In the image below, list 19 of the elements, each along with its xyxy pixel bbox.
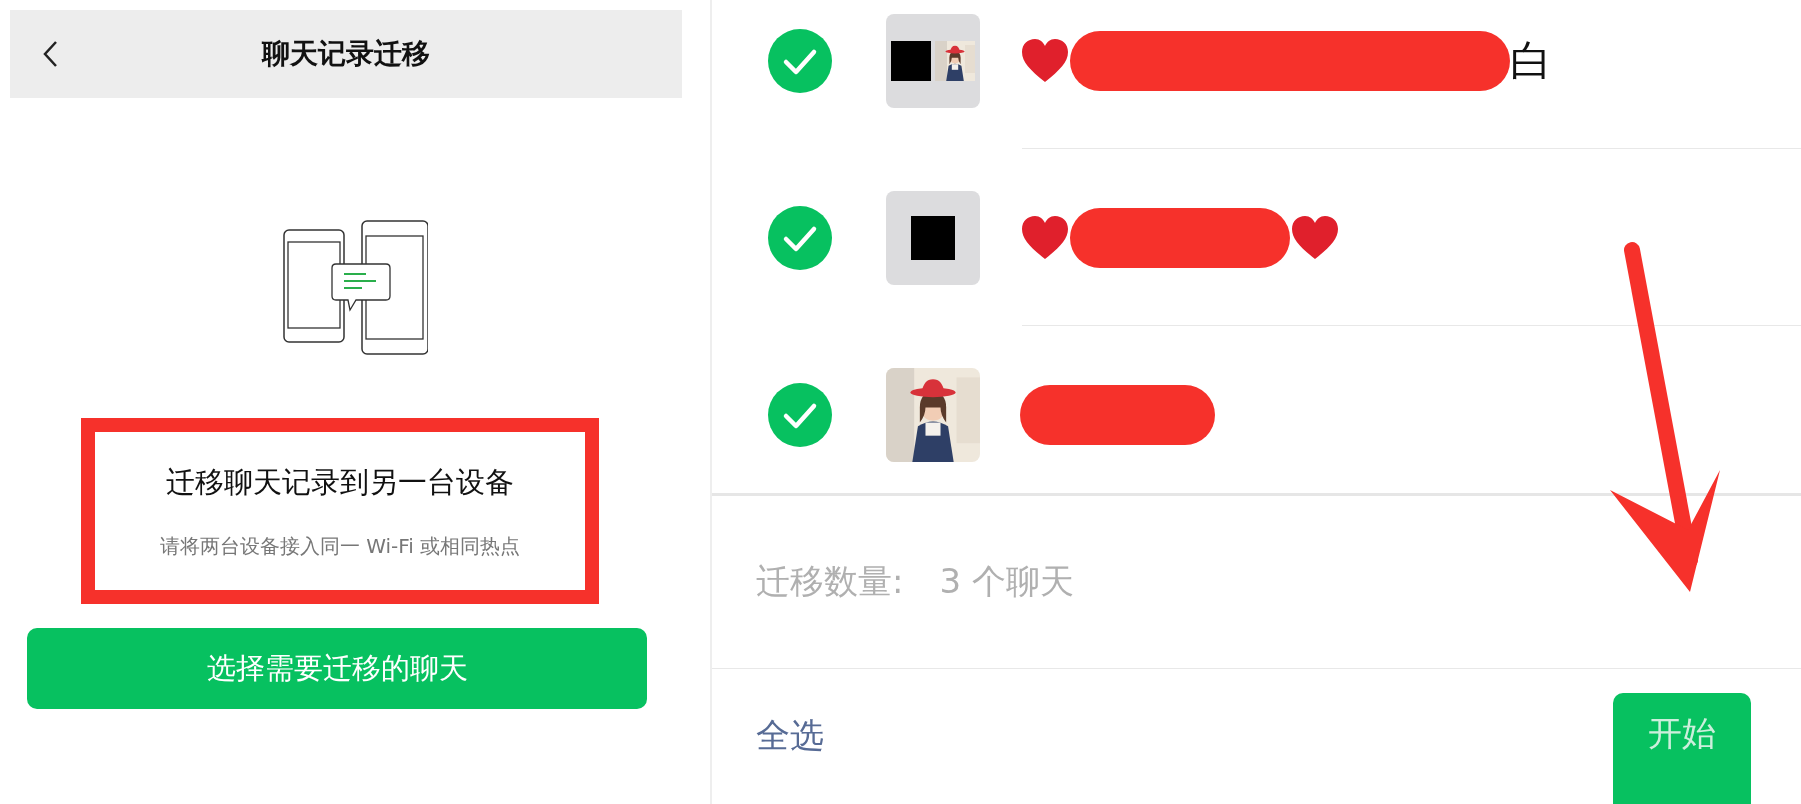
checkmark-icon[interactable] bbox=[767, 27, 833, 94]
checkmark-icon[interactable] bbox=[767, 204, 833, 271]
heading: 迁移聊天记录到另一台设备 bbox=[166, 463, 514, 501]
window-title: 聊天记录迁移 bbox=[262, 36, 430, 72]
chat-name: 白 bbox=[1510, 34, 1552, 87]
dark-square bbox=[891, 40, 931, 81]
dark-square bbox=[911, 215, 955, 260]
select-chats-button[interactable]: 选择需要迁移的聊天 bbox=[27, 628, 647, 709]
heart-icon bbox=[1020, 37, 1070, 84]
count-label: 迁移数量: bbox=[756, 560, 904, 603]
heart-icon bbox=[1290, 214, 1340, 261]
checkmark-icon[interactable] bbox=[767, 381, 833, 448]
select-all-link[interactable]: 全选 bbox=[756, 713, 824, 759]
back-icon[interactable] bbox=[42, 40, 58, 68]
phones-transfer-icon bbox=[282, 220, 428, 356]
start-button[interactable]: 开始 bbox=[1613, 693, 1751, 804]
count-value: 3 个聊天 bbox=[939, 560, 1074, 603]
heart-icon bbox=[1020, 214, 1070, 261]
hint-text: 请将两台设备接入同一 Wi-Fi 或相同热点 bbox=[159, 532, 521, 560]
